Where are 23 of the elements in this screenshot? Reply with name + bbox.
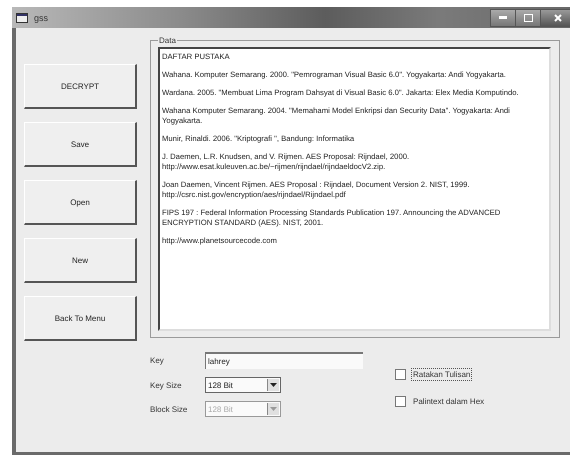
window-icon: [16, 12, 28, 22]
field-label: Key: [150, 356, 165, 365]
checkbox[interactable]: [395, 396, 406, 407]
menu-button[interactable]: Save: [24, 122, 137, 167]
maximize-button[interactable]: [515, 8, 541, 26]
checkbox[interactable]: [395, 369, 406, 380]
checkbox-label: Ratakan Tulisan: [411, 368, 472, 381]
menu-button[interactable]: DECRYPT: [24, 64, 137, 109]
menu-button[interactable]: New: [24, 238, 137, 283]
minimize-icon: [499, 16, 507, 19]
field-label: Key Size: [150, 380, 183, 390]
menu-button[interactable]: Back To Menu: [24, 296, 137, 341]
minimize-button[interactable]: [490, 8, 516, 26]
menu-button[interactable]: Open: [24, 180, 137, 225]
window-title: gss: [34, 12, 48, 22]
close-button[interactable]: [540, 8, 570, 26]
field-label: Block Size: [150, 404, 188, 414]
maximize-icon: [524, 14, 532, 22]
checkbox-label: Palintext dalam Hex: [412, 396, 486, 408]
size-dropdown[interactable]: 128 Bit: [205, 377, 281, 393]
key-input-field[interactable]: lahrey: [205, 352, 363, 369]
group-title: Data: [158, 36, 177, 45]
close-icon: [554, 14, 562, 22]
